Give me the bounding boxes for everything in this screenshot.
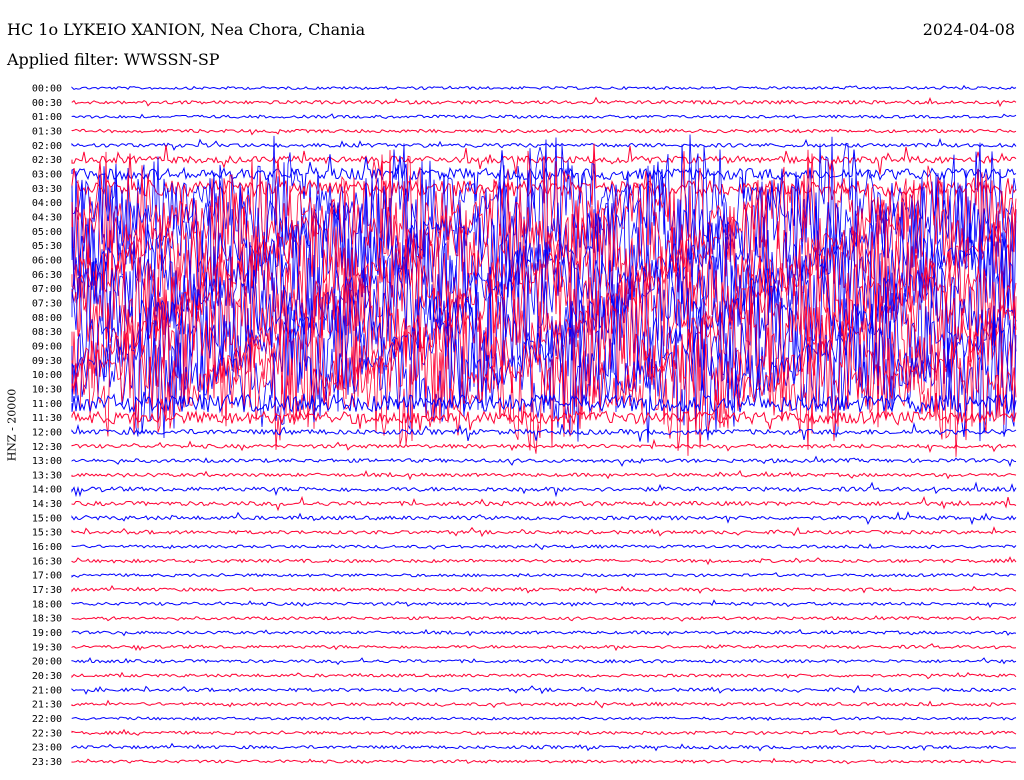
time-tick-label: 15:00 <box>32 513 62 524</box>
time-tick-label: 00:00 <box>32 84 62 95</box>
time-tick-label: 19:30 <box>32 642 62 653</box>
time-tick-label: 06:00 <box>32 255 62 266</box>
trace-line <box>71 757 1017 765</box>
trace-line <box>71 469 1017 481</box>
time-tick-label: 04:30 <box>32 212 62 223</box>
time-tick-label: 07:30 <box>32 298 62 309</box>
trace-line <box>71 615 1017 622</box>
time-tick-label: 02:30 <box>32 155 62 166</box>
trace-line <box>71 481 1017 498</box>
time-tick-label: 00:30 <box>32 98 62 109</box>
time-tick-label: 23:00 <box>32 743 62 754</box>
time-tick-label: 17:30 <box>32 585 62 596</box>
trace-line <box>71 684 1017 695</box>
time-tick-label: 12:00 <box>32 427 62 438</box>
trace-line <box>71 543 1017 551</box>
time-tick-label: 20:30 <box>32 671 62 682</box>
trace-line <box>71 526 1017 538</box>
time-tick-label: 13:00 <box>32 456 62 467</box>
time-tick-label: 13:30 <box>32 470 62 481</box>
trace-line <box>71 421 1017 442</box>
time-tick-label: 16:30 <box>32 556 62 567</box>
time-tick-label: 03:30 <box>32 184 62 195</box>
trace-line <box>71 699 1017 709</box>
trace-line <box>71 716 1017 722</box>
time-tick-label: 18:30 <box>32 614 62 625</box>
trace-line <box>71 671 1017 680</box>
time-tick-label: 15:30 <box>32 528 62 539</box>
time-tick-label: 11:30 <box>32 413 62 424</box>
time-tick-label: 09:30 <box>32 356 62 367</box>
time-tick-label: 02:00 <box>32 141 62 152</box>
trace-line <box>71 657 1017 666</box>
time-tick-label: 03:00 <box>32 169 62 180</box>
time-tick-label: 22:00 <box>32 714 62 725</box>
time-tick-label: 21:30 <box>32 700 62 711</box>
time-tick-label: 10:30 <box>32 384 62 395</box>
time-tick-label: 12:30 <box>32 442 62 453</box>
time-tick-label: 14:30 <box>32 499 62 510</box>
time-tick-label: 17:00 <box>32 571 62 582</box>
trace-line <box>71 572 1017 578</box>
time-tick-label: 22:30 <box>32 728 62 739</box>
time-tick-label: 07:00 <box>32 284 62 295</box>
time-tick-label: 09:00 <box>32 341 62 352</box>
trace-line <box>71 113 1017 120</box>
time-tick-label: 04:00 <box>32 198 62 209</box>
time-tick-label: 01:30 <box>32 126 62 137</box>
trace-line <box>71 455 1017 468</box>
time-tick-label: 19:00 <box>32 628 62 639</box>
time-tick-label: 01:00 <box>32 112 62 123</box>
trace-line <box>71 84 1017 91</box>
trace-line <box>71 742 1017 752</box>
time-tick-label: 11:00 <box>32 399 62 410</box>
trace-line <box>71 728 1017 736</box>
time-tick-label: 05:30 <box>32 241 62 252</box>
time-tick-label: 16:00 <box>32 542 62 553</box>
seismogram-plot: 00:00 00:30 01:00 01:30 02:00 02:30 03:00 03:30… <box>32 84 1017 768</box>
trace-line <box>71 584 1017 594</box>
time-tick-label: 23:30 <box>32 757 62 768</box>
time-tick-label: 05:00 <box>32 227 62 238</box>
time-tick-label: 20:00 <box>32 657 62 668</box>
time-tick-label: 14:00 <box>32 485 62 496</box>
trace-line <box>71 137 1017 151</box>
trace-line <box>71 556 1017 566</box>
trace-line <box>71 438 1017 454</box>
trace-line <box>71 128 1017 136</box>
time-tick-label: 08:00 <box>32 313 62 324</box>
trace-line <box>71 511 1017 526</box>
trace-line <box>71 643 1017 652</box>
trace-line <box>71 628 1017 637</box>
time-tick-label: 08:30 <box>32 327 62 338</box>
time-tick-label: 18:00 <box>32 599 62 610</box>
time-tick-label: 10:00 <box>32 370 62 381</box>
time-tick-label: 21:00 <box>32 685 62 696</box>
trace-line <box>71 96 1017 108</box>
time-tick-label: 06:30 <box>32 270 62 281</box>
trace-line <box>71 599 1017 609</box>
trace-line <box>71 495 1017 512</box>
